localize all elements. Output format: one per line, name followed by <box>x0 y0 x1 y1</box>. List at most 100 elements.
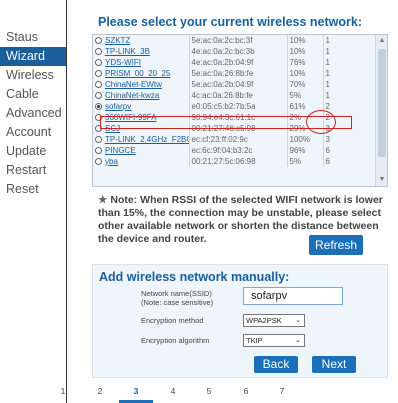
page-step-1[interactable]: 1 <box>56 386 70 396</box>
star-icon: ★ <box>98 194 108 206</box>
network-row[interactable]: ChinaNet-EWtw 5e:ac:0a:2b:04:9f 70% 1 <box>93 79 365 90</box>
network-rssi: 5% <box>286 90 323 101</box>
network-ssid[interactable]: SCJ <box>105 124 120 133</box>
network-list-scrollbar[interactable]: ▲ ▼ <box>375 35 387 186</box>
nav-item-restart[interactable]: Restart <box>0 161 66 180</box>
page-step-6[interactable]: 6 <box>239 386 253 396</box>
network-radio[interactable] <box>95 47 102 55</box>
back-button[interactable]: Back <box>254 356 298 373</box>
nav-item-cable[interactable]: Cable <box>0 85 66 104</box>
network-ssid[interactable]: 360WIFI-99FA <box>105 113 157 122</box>
network-ssid[interactable]: PINGCE <box>105 146 136 155</box>
nav-item-advanced[interactable]: Advanced <box>0 104 66 123</box>
network-ssid-cell[interactable]: TP-LINK_3B <box>93 46 189 57</box>
network-ssid-cell[interactable]: TP-LINK_2.4GHz_F2BC95 <box>93 134 189 145</box>
network-ssid-cell[interactable]: SCJ <box>93 123 189 134</box>
network-channel: 2 <box>322 112 365 123</box>
network-row[interactable]: TP-LINK_2.4GHz_F2BC95ec:cf:23:ff:02:9c10… <box>93 134 365 145</box>
nav-item-wizard[interactable]: Wizard <box>0 47 66 66</box>
network-radio[interactable] <box>95 58 102 66</box>
network-row[interactable]: ChinaNet-kwza 4c:ac:0a:26:8b:fe 5% 1 <box>93 90 365 101</box>
network-row[interactable]: PINGCE ec:6c:9f:04:b3:2c 96% 6 <box>93 145 365 156</box>
network-ssid-cell[interactable]: SZKTZ <box>93 35 189 46</box>
network-ssid[interactable]: ChinaNet-EWtw <box>105 80 162 89</box>
scroll-down-icon[interactable]: ▼ <box>377 175 387 185</box>
network-mac: 5e:ac:0a:2c:bc:3f <box>188 35 287 46</box>
network-ssid[interactable]: TP-LINK_3B <box>105 47 150 56</box>
network-radio[interactable] <box>95 80 102 88</box>
network-ssid-cell[interactable]: ChinaNet-kwza <box>93 90 189 101</box>
network-ssid-cell[interactable]: PRISM_00_20_25 <box>93 68 189 79</box>
network-radio[interactable] <box>95 69 102 77</box>
network-ssid[interactable]: TP-LINK_2.4GHz_F2BC95 <box>105 135 189 144</box>
network-rssi: 100% <box>286 134 323 145</box>
encryption-method-label: Encryption method <box>141 316 204 325</box>
network-mac: 90:94:e4:3c:61:1c <box>188 112 287 123</box>
network-row[interactable]: PRISM_00_20_25 5e:ac:0a:26:8b:fe 10% 1 <box>93 68 365 79</box>
wizard-panel: Please select your current wireless netw… <box>86 0 388 403</box>
network-radio[interactable] <box>95 146 102 154</box>
encryption-method-select[interactable]: WPA2PSK ⌄ <box>243 314 305 327</box>
network-row[interactable]: YDS-WIFI 4e:ac:0a:2b:04:9f 76% 1 <box>93 57 365 68</box>
network-row[interactable]: SCJ 00:21:27:46:c5:98 29% 3 <box>93 123 365 134</box>
scroll-thumb[interactable] <box>378 49 386 157</box>
network-radio[interactable] <box>95 36 102 44</box>
network-list: SZKTZ 5e:ac:0a:2c:bc:3f 10% 1 TP-LINK_3B 4e:a… <box>92 34 388 187</box>
network-row[interactable]: 360WIFI-99FA 90:94:e4:3c:61:1c 2% 2 <box>93 112 365 123</box>
network-ssid[interactable]: ChinaNet-kwza <box>105 91 159 100</box>
network-ssid[interactable]: YDS-WIFI <box>105 58 141 67</box>
page-step-5[interactable]: 5 <box>202 386 216 396</box>
network-channel: 1 <box>322 68 365 79</box>
network-ssid[interactable]: sofarpv <box>105 102 131 111</box>
network-row[interactable]: yba 00:21:27:5c:06:98 5% 6 <box>93 156 365 167</box>
network-mac: 4e:ac:0a:2c:bc:3b <box>188 46 287 57</box>
page-step-2[interactable]: 2 <box>93 386 107 396</box>
network-mac: 00:21:27:46:c5:98 <box>188 123 287 134</box>
network-ssid-cell[interactable]: PINGCE <box>93 145 189 156</box>
network-radio[interactable] <box>95 113 102 121</box>
network-ssid-cell[interactable]: YDS-WIFI <box>93 57 189 68</box>
network-channel: 2 <box>322 101 365 112</box>
network-list-title: Please select your current wireless netw… <box>98 15 363 29</box>
network-row[interactable]: TP-LINK_3B 4e:ac:0a:2c:bc:3b 10% 1 <box>93 46 365 57</box>
network-radio[interactable] <box>95 124 102 132</box>
network-radio[interactable] <box>95 157 102 165</box>
scroll-up-icon[interactable]: ▲ <box>377 36 387 46</box>
network-radio[interactable] <box>95 102 102 110</box>
nav-item-wireless[interactable]: Wireless <box>0 66 66 85</box>
ssid-label-line2: (Note: case sensitive) <box>141 298 214 307</box>
network-rssi: 2% <box>286 112 323 123</box>
network-channel: 1 <box>322 57 365 68</box>
network-rssi: 29% <box>286 123 323 134</box>
refresh-button[interactable]: Refresh <box>309 235 363 255</box>
network-table: SZKTZ 5e:ac:0a:2c:bc:3f 10% 1 TP-LINK_3B 4e:a… <box>93 35 365 167</box>
network-channel: 3 <box>322 134 365 145</box>
next-button[interactable]: Next <box>312 356 356 373</box>
nav-item-account[interactable]: Account <box>0 123 66 142</box>
ssid-input[interactable] <box>243 287 343 305</box>
network-ssid-cell[interactable]: yba <box>93 156 189 167</box>
network-ssid-cell[interactable]: sofarpv <box>93 101 189 112</box>
network-ssid-cell[interactable]: 360WIFI-99FA <box>93 112 189 123</box>
page-step-3[interactable]: 3 <box>129 386 143 396</box>
page-step-7[interactable]: 7 <box>275 386 289 396</box>
network-rssi: 10% <box>286 46 323 57</box>
encryption-algorithm-label: Encryption algorithm <box>141 336 210 345</box>
network-ssid[interactable]: PRISM_00_20_25 <box>105 69 170 78</box>
network-row[interactable]: sofarpv e0:05:c5:b2:7b:5a 61% 2 <box>93 101 365 112</box>
nav-item-status[interactable]: Staus <box>0 28 66 47</box>
encryption-algorithm-select[interactable]: TKIP ⌄ <box>243 334 305 347</box>
network-ssid[interactable]: yba <box>105 157 118 166</box>
network-radio[interactable] <box>95 91 102 99</box>
nav-item-update[interactable]: Update <box>0 142 66 161</box>
network-ssid[interactable]: SZKTZ <box>105 36 130 45</box>
network-ssid-cell[interactable]: ChinaNet-EWtw <box>93 79 189 90</box>
nav-item-reset[interactable]: Reset <box>0 180 66 199</box>
network-radio[interactable] <box>95 135 102 143</box>
page-step-4[interactable]: 4 <box>166 386 180 396</box>
network-rssi: 61% <box>286 101 323 112</box>
network-row[interactable]: SZKTZ 5e:ac:0a:2c:bc:3f 10% 1 <box>93 35 365 46</box>
network-rssi: 10% <box>286 68 323 79</box>
manual-section-title: Add wireless network manually: <box>99 270 290 284</box>
network-mac: 5e:ac:0a:26:8b:fe <box>188 68 287 79</box>
